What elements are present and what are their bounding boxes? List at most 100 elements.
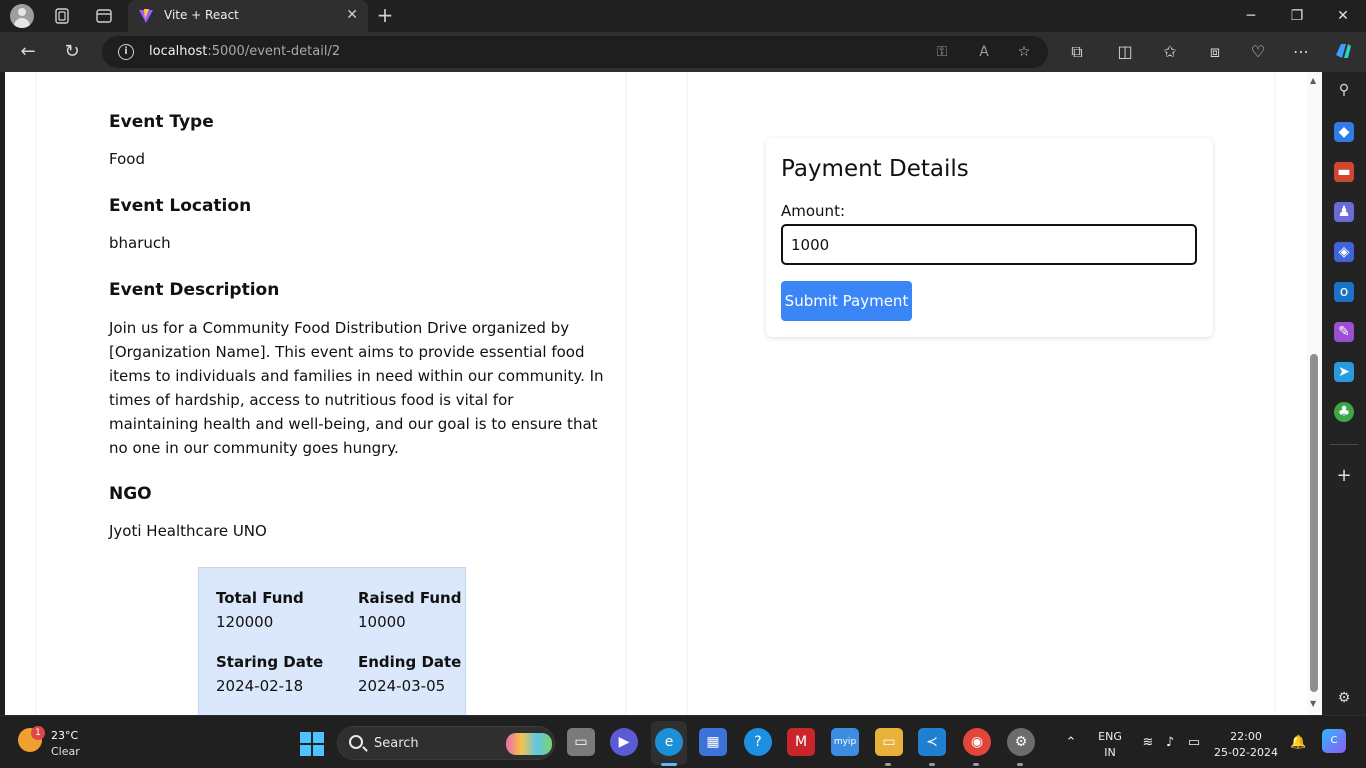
vscode-running-indicator [929, 763, 935, 766]
clock-date[interactable]: 25-02-2024 [1214, 746, 1278, 759]
payment-details-title: Payment Details [781, 156, 969, 182]
scroll-down-arrow-icon[interactable]: ▼ [1310, 699, 1316, 708]
microsoft-store-icon[interactable]: ▦ [699, 728, 727, 756]
amount-input[interactable] [781, 224, 1197, 265]
restore-icon[interactable]: ❐ [1274, 0, 1320, 32]
sidebar-settings-gear-icon[interactable]: ⚙ [1334, 688, 1354, 708]
sidebar-designer-icon[interactable]: ✎ [1334, 322, 1354, 342]
extensions-icon[interactable]: ⧉ [1065, 40, 1089, 64]
scrollbar-thumb[interactable] [1310, 354, 1318, 692]
settings-running-indicator [1017, 763, 1023, 766]
tab-title: Vite + React [164, 8, 239, 22]
battery-icon[interactable]: ▭ [1186, 735, 1202, 751]
sidebar-outlook-icon[interactable]: o [1334, 282, 1354, 302]
vscode-icon[interactable]: ≺ [918, 728, 946, 756]
split-screen-icon[interactable]: ◫ [1113, 40, 1137, 64]
ending-date-label: Ending Date [358, 653, 462, 671]
minimize-icon[interactable]: ─ [1228, 0, 1274, 32]
sidebar-add-icon[interactable]: + [1334, 466, 1354, 486]
ngo-value: Jyoti Healthcare UNO [109, 522, 267, 540]
show-hidden-icons-chevron-icon[interactable]: ⌃ [1063, 735, 1079, 751]
back-arrow-icon[interactable]: ← [16, 40, 40, 64]
password-key-icon[interactable]: ⚿ [932, 42, 952, 62]
language-line2[interactable]: IN [1094, 746, 1126, 759]
more-menu-icon[interactable]: ⋯ [1289, 40, 1313, 64]
settings-gear-icon[interactable]: ⚙ [1007, 728, 1035, 756]
address-bar[interactable]: i localhost:5000/event-detail/2 ⚿ A ☆ [102, 36, 1048, 68]
page-viewport: Event Type Food Event Location bharuch E… [5, 72, 1307, 715]
windows-start-icon[interactable] [300, 732, 324, 756]
sidebar-tools-icon[interactable]: ▬ [1334, 162, 1354, 182]
url-path: :5000/event-detail/2 [207, 44, 341, 59]
site-info-icon[interactable]: i [118, 44, 134, 60]
language-line1[interactable]: ENG [1094, 730, 1126, 743]
tab-close-icon[interactable]: ✕ [346, 7, 358, 23]
reload-icon[interactable]: ↻ [60, 40, 84, 64]
new-tab-plus-icon[interactable]: + [374, 4, 396, 26]
volume-icon[interactable]: ♪ [1162, 735, 1178, 751]
clock-time[interactable]: 22:00 [1214, 730, 1278, 743]
workspaces-icon[interactable] [52, 6, 72, 26]
file-explorer-icon[interactable]: ▭ [875, 728, 903, 756]
chrome-icon[interactable]: ◉ [963, 728, 991, 756]
sidebar-search-icon[interactable]: ⚲ [1334, 80, 1354, 100]
sidebar-m365-icon[interactable]: ◈ [1334, 242, 1354, 262]
copilot-taskbar-icon[interactable]: C [1322, 729, 1346, 753]
tab-vite-react[interactable]: Vite + React ✕ [128, 0, 368, 32]
sidebar-games-icon[interactable]: ♟ [1334, 202, 1354, 222]
close-window-icon[interactable]: ✕ [1320, 0, 1366, 32]
mcafee-icon[interactable]: M [787, 728, 815, 756]
vite-favicon-icon [139, 9, 153, 23]
event-description-text: Join us for a Community Food Distributio… [109, 319, 604, 457]
mylip-app-icon[interactable]: myip [831, 728, 859, 756]
sidebar-shopping-icon[interactable]: ◆ [1334, 122, 1354, 142]
favorites-icon[interactable]: ✩ [1158, 40, 1182, 64]
event-description-heading: Event Description [109, 280, 280, 300]
notification-bell-icon[interactable]: 🔔 [1290, 735, 1306, 751]
search-highlight-icon [506, 733, 552, 755]
browser-toolbar: ← ↻ i localhost:5000/event-detail/2 ⚿ A … [0, 32, 1366, 72]
weather-temperature[interactable]: 23°C [51, 729, 78, 742]
event-type-value: Food [109, 150, 145, 168]
starting-date-label: Staring Date [216, 653, 324, 671]
edge-sidebar: ⚲ ◆ ▬ ♟ ◈ o ✎ ➤ ♣ + ⚙ [1322, 72, 1366, 715]
page-scrollbar[interactable]: ▲ ▼ [1307, 72, 1322, 715]
payment-panel: Payment Details Amount: Submit Payment [688, 72, 1274, 715]
raised-fund-label: Raised Fund [358, 589, 462, 607]
profile-avatar-icon[interactable] [10, 4, 34, 28]
task-view-icon[interactable]: ▭ [567, 728, 595, 756]
event-type-heading: Event Type [109, 112, 214, 132]
search-icon [349, 735, 363, 749]
browser-essentials-icon[interactable]: ♡ [1246, 40, 1270, 64]
weather-badge: 1 [31, 726, 45, 740]
scroll-up-arrow-icon[interactable]: ▲ [1310, 76, 1316, 85]
amount-label: Amount: [781, 202, 845, 220]
wifi-icon[interactable]: ≋ [1140, 735, 1156, 751]
edge-active-indicator [661, 763, 677, 766]
sidebar-tree-icon[interactable]: ♣ [1334, 402, 1354, 422]
url-host: localhost [149, 44, 208, 59]
get-help-icon[interactable]: ? [744, 728, 772, 756]
sidebar-send-icon[interactable]: ➤ [1334, 362, 1354, 382]
collections-icon[interactable]: ⧈ [1203, 40, 1227, 64]
taskbar-search-box[interactable]: Search [337, 726, 555, 760]
edge-browser-icon[interactable]: e [655, 728, 683, 756]
tab-actions-icon[interactable] [94, 6, 114, 26]
event-location-value: bharuch [109, 234, 171, 252]
teams-meet-icon[interactable]: ▶ [610, 728, 638, 756]
starting-date-value: 2024-02-18 [216, 677, 304, 695]
submit-payment-button[interactable]: Submit Payment [781, 281, 912, 321]
url-text[interactable]: localhost:5000/event-detail/2 [149, 44, 340, 59]
total-fund-value: 120000 [216, 613, 274, 631]
windows-taskbar: 1 23°C Clear Search ▭ ▶ e ▦ ? M myip ▭ ≺… [0, 715, 1366, 768]
ending-date-value: 2024-03-05 [358, 677, 446, 695]
search-label: Search [374, 736, 419, 751]
event-details-card: Event Type Food Event Location bharuch E… [37, 72, 625, 715]
favorite-star-icon[interactable]: ☆ [1014, 42, 1034, 62]
copilot-icon[interactable] [1331, 40, 1355, 64]
weather-condition[interactable]: Clear [51, 745, 80, 758]
payment-details-card: Payment Details Amount: Submit Payment [766, 138, 1213, 337]
raised-fund-value: 10000 [358, 613, 406, 631]
read-aloud-icon[interactable]: A [974, 42, 994, 62]
browser-title-bar: Vite + React ✕ + ─ ❐ ✕ [0, 0, 1366, 32]
